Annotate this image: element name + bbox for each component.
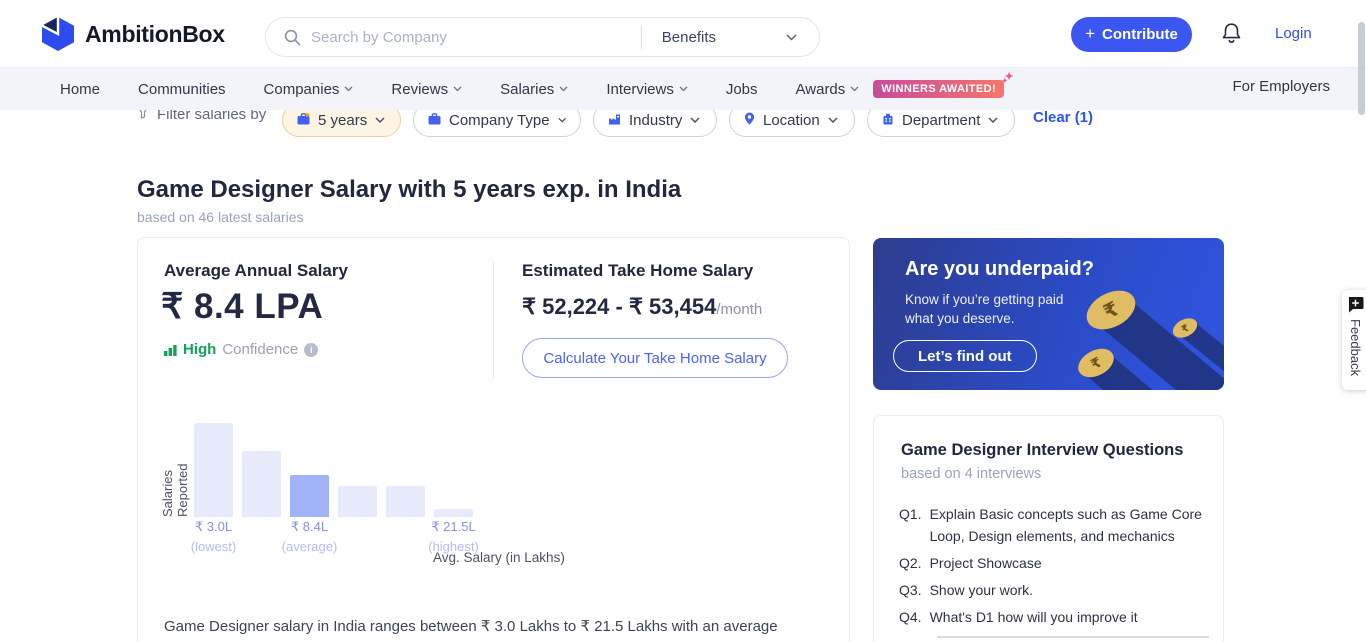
briefcase-icon [428,112,441,129]
banner-body: Know if you’re getting paid what you des… [905,290,1085,328]
chevron-down-icon [828,117,838,123]
chevron-down-icon [690,117,700,123]
salary-description: Game Designer salary in India ranges bet… [164,616,812,642]
interview-card-divider [937,636,1209,638]
clear-filters-link[interactable]: Clear (1) [1033,109,1093,126]
chevron-down-icon [558,117,566,123]
chart-bar[interactable] [386,486,425,517]
interview-card-subtitle: based on 4 interviews [901,466,1041,482]
chart-bar[interactable] [434,509,473,517]
chart-x-tick: ₹ 8.4L(average) [282,519,338,554]
ambitionbox-salary-page: Filter salaries by 5 years Company Type … [0,0,1366,642]
chevron-down-icon [344,86,353,92]
nav-item-jobs[interactable]: Jobs [726,81,758,98]
lets-find-out-button[interactable]: Let’s find out [893,340,1037,372]
logo-text: AmbitionBox [85,21,225,48]
ambitionbox-logo-icon [40,16,76,52]
chevron-down-icon [559,86,568,92]
calculate-take-home-button[interactable]: Calculate Your Take Home Salary [522,338,788,378]
info-icon[interactable]: i [304,343,318,357]
sparkle-icon: ✦ [1002,77,1008,85]
main-nav: Home Communities Companies Reviews Salar… [0,68,1366,110]
chevron-down-icon [850,86,859,92]
feedback-chat-icon [1347,296,1364,313]
nav-item-home[interactable]: Home [60,81,100,98]
chart-x-tick: ₹ 21.5L(highest) [428,519,479,554]
for-employers-link[interactable]: For Employers [1232,78,1330,95]
search-input[interactable] [301,29,641,46]
nav-item-awards[interactable]: Awards [796,81,860,98]
briefcase-icon [297,112,310,129]
chevron-down-icon [679,86,688,92]
page-title: Game Designer Salary with 5 years exp. i… [137,176,681,204]
take-home-salary-label: Estimated Take Home Salary [522,261,753,281]
interview-question[interactable]: Q2.Project Showcase [899,552,1204,574]
chart-bar[interactable] [338,486,377,517]
benefits-dropdown[interactable]: Benefits [642,29,819,46]
nav-item-salaries[interactable]: Salaries [500,81,568,98]
interview-question-list: Q1.Explain Basic concepts such as Game C… [899,503,1204,633]
factory-icon [608,112,621,129]
nav-item-communities[interactable]: Communities [138,81,226,98]
feedback-tab-label: Feedback [1348,319,1363,376]
search-bar: Benefits [265,17,820,57]
nav-item-reviews[interactable]: Reviews [391,81,462,98]
interview-question[interactable]: Q4.What's D1 how will you improve it [899,606,1204,628]
interview-question[interactable]: Q3.Show your work. [899,579,1204,601]
top-header: AmbitionBox Benefits + Contribute Login [0,0,1366,68]
chevron-down-icon [988,117,998,123]
chevron-down-icon [786,34,797,41]
notifications-bell-icon[interactable] [1221,22,1242,50]
interview-card-title: Game Designer Interview Questions [901,441,1183,460]
bar-chart-bars [194,413,474,517]
chart-x-axis-label: Avg. Salary (in Lakhs) [433,550,565,565]
chart-x-tick: ₹ 3.0L(lowest) [191,519,237,554]
card-divider [493,262,494,378]
chevron-down-icon [453,86,462,92]
average-annual-salary-label: Average Annual Salary [164,261,348,281]
feedback-tab[interactable]: Feedback [1342,290,1366,390]
underpaid-banner[interactable]: ₹ ₹ ₹ Are you underpaid? Know if you’re … [873,238,1224,390]
confidence-level: High [183,341,216,358]
bar-chart-icon [164,344,177,356]
chevron-down-icon [375,117,385,123]
chart-bar[interactable] [242,451,281,517]
chart-bar[interactable] [290,475,329,517]
location-pin-icon [744,112,755,129]
search-icon [284,29,301,46]
scrollbar-thumb[interactable] [1358,22,1365,115]
confidence-indicator: High Confidence i [164,341,318,358]
take-home-salary-value: ₹ 52,224 - ₹ 53,454/month [522,294,762,320]
contribute-button[interactable]: + Contribute [1071,17,1192,52]
average-annual-salary-value: ₹ 8.4 LPA [161,287,323,327]
winners-awaited-badge[interactable]: WINNERS AWAITED! ✦ ✦ [873,80,1004,98]
ambitionbox-logo[interactable]: AmbitionBox [40,16,225,52]
interview-question[interactable]: Q1.Explain Basic concepts such as Game C… [899,503,1204,547]
banner-title: Are you underpaid? [905,258,1094,281]
chart-y-axis-label: Salaries Reported [160,413,190,517]
chart-bar[interactable] [194,423,233,517]
building-icon [882,112,894,129]
per-month-suffix: /month [716,301,762,318]
nav-item-interviews[interactable]: Interviews [606,81,688,98]
plus-icon: + [1085,24,1095,44]
nav-item-companies[interactable]: Companies [264,81,354,98]
login-link[interactable]: Login [1275,25,1312,42]
page-subtitle: based on 46 latest salaries [137,209,304,225]
